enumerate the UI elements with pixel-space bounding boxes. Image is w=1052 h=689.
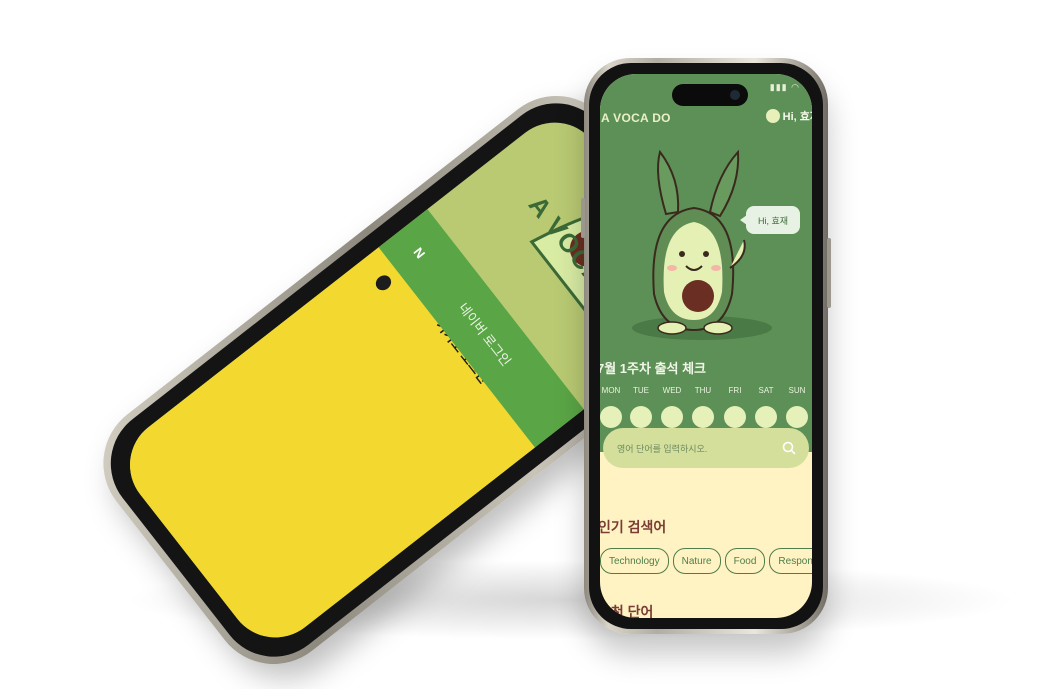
dynamic-island: [672, 84, 748, 106]
avocado-mascot-icon: [632, 149, 772, 340]
camera-icon: [730, 90, 740, 100]
day-thu[interactable]: THU: [690, 386, 716, 428]
day-label: SUN: [788, 386, 806, 395]
user-menu[interactable]: Hi, 효재: [765, 108, 812, 124]
tag-chip[interactable]: Technology: [600, 548, 669, 574]
attendance-dot: [630, 406, 652, 428]
search-icon[interactable]: [781, 440, 797, 456]
day-sun[interactable]: SUN: [784, 386, 810, 428]
attendance-dot: [661, 406, 683, 428]
kakao-speech-icon: [372, 272, 395, 294]
attendance-days: MON TUE WED THU FRI SAT SUN: [600, 386, 812, 428]
popular-searches-title: 인기 검색어: [600, 519, 667, 535]
naver-n-icon: N: [410, 244, 429, 262]
day-label: THU: [694, 386, 712, 395]
day-label: FRI: [728, 386, 742, 395]
volume-button: [581, 198, 585, 238]
speech-bubble: Hi, 효재: [740, 206, 800, 234]
day-tue[interactable]: TUE: [628, 386, 654, 428]
tag-chip[interactable]: Nature: [672, 548, 721, 574]
day-label: TUE: [633, 386, 649, 395]
signal-wifi-icon: ▮▮▮ ◠: [769, 82, 800, 92]
search-placeholder: 영어 단어를 입력하시오.: [617, 444, 708, 454]
popular-tags: TechnologyNatureFoodRespons: [600, 548, 812, 574]
day-label: MON: [601, 386, 621, 395]
status-time: 0: [600, 82, 602, 94]
app-title: A VOCA DO: [601, 111, 671, 125]
attendance-dot: [692, 406, 714, 428]
greeting-text: Hi, 효재: [782, 111, 812, 123]
home-phone: 0 ▮▮▮ ◠ A VOCA DO Hi, 효재: [581, 58, 831, 634]
attendance-dot: [786, 406, 808, 428]
hero-section: 0 ▮▮▮ ◠ A VOCA DO Hi, 효재: [600, 74, 812, 452]
avatar-icon: [765, 109, 780, 124]
day-label: WED: [662, 386, 682, 395]
day-wed[interactable]: WED: [659, 386, 685, 428]
attendance-dot: [724, 406, 746, 428]
attendance-dot: [600, 406, 622, 428]
tag-chip[interactable]: Food: [724, 548, 766, 574]
attendance-title: 7월 1주차 출석 체크: [600, 361, 707, 376]
power-button: [827, 238, 831, 308]
day-mon[interactable]: MON: [600, 386, 624, 428]
home-screen: 0 ▮▮▮ ◠ A VOCA DO Hi, 효재: [600, 74, 812, 618]
day-sat[interactable]: SAT: [753, 386, 779, 428]
search-input[interactable]: 영어 단어를 입력하시오.: [603, 428, 809, 468]
phone-bezel: 0 ▮▮▮ ◠ A VOCA DO Hi, 효재: [589, 63, 823, 629]
day-fri[interactable]: FRI: [722, 386, 748, 428]
tag-chip[interactable]: Respons: [769, 548, 812, 574]
attendance-dot: [755, 406, 777, 428]
day-label: SAT: [758, 386, 774, 395]
recommended-words-title: 추천 단어: [600, 604, 654, 618]
